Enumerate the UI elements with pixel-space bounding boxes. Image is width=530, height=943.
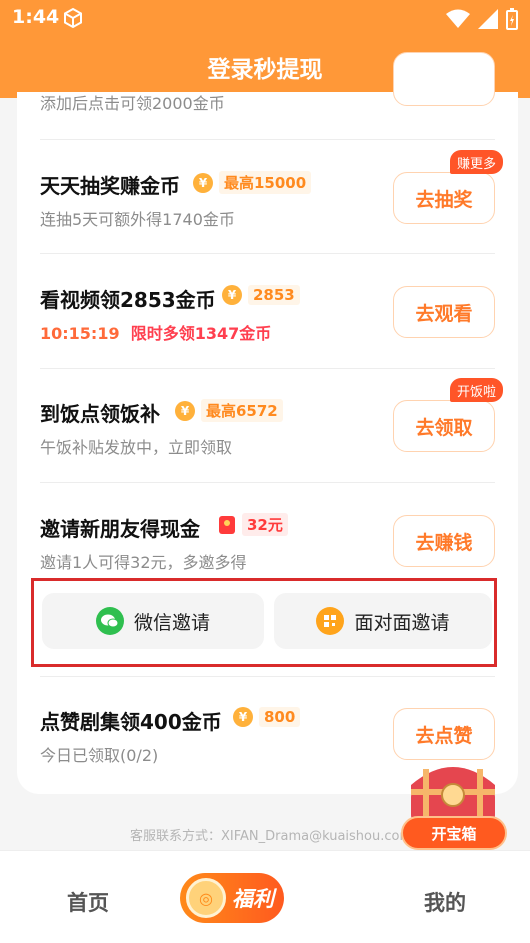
face-invite-label: 面对面邀请 [354,611,450,634]
divider [40,253,495,254]
treasure-chest-icon[interactable] [403,755,503,825]
earn-button[interactable]: 去赚钱 [393,515,495,567]
task-subtitle: 邀请1人可得32元，多邀多得 [40,553,247,572]
task-badge: ¥ 2853 [222,285,300,305]
task-badge: ¥ 800 [233,707,301,727]
button-tag: 开饭啦 [449,378,503,402]
badge-text: 最高15000 [219,171,312,194]
nav-fuli-label: 福利 [232,887,274,911]
coin-icon: ¥ [233,707,253,727]
badge-text: 最高6572 [201,399,283,422]
qr-code-icon [316,607,345,635]
coin-icon: ¥ [222,285,242,305]
countdown-text: 10:15:19 [40,324,120,343]
invite-options-highlight: 微信邀请 面对面邀请 [31,578,497,667]
coin-icon: ◎ [186,878,226,918]
lottery-button[interactable]: 去抽奖 [393,172,495,224]
signal-icon [478,9,498,29]
claim-button[interactable]: 去领取 [393,400,495,452]
face-to-face-invite-button[interactable]: 面对面邀请 [274,593,492,649]
badge-text: 32元 [242,513,288,536]
bottom-nav: 首页 ◎ 福利 我的 [0,850,530,943]
task-row-invite: 邀请新朋友得现金 32元 邀请1人可得32元，多邀多得 去赚钱 [40,497,495,577]
cube-icon [64,7,82,29]
task-card: 添加后点击可领2000金币 天天抽奖赚金币 ¥ 最高15000 连抽5天可额外得… [17,52,518,794]
coin-icon: ¥ [175,400,195,421]
like-button[interactable]: 去点赞 [393,708,495,760]
badge-text: 2853 [248,285,300,305]
top-partial-subtitle: 添加后点击可领2000金币 [40,94,225,113]
status-bar: 1:44 [0,0,530,36]
task-title: 看视频领2853金币 [40,288,216,312]
badge-text: 800 [259,707,301,727]
task-subtitle: 午饭补贴发放中，立即领取 [40,438,233,457]
task-badge: 32元 [218,513,288,536]
watch-button[interactable]: 去观看 [393,286,495,338]
wechat-invite-label: 微信邀请 [133,611,210,634]
wechat-icon [95,607,124,635]
button-tag: 赚更多 [449,150,503,174]
task-row-video: 看视频领2853金币 ¥ 2853 10:15:19 限时多领1347金币 去观… [40,268,495,378]
divider [40,482,495,483]
status-time: 1:44 [12,6,60,28]
task-title: 邀请新朋友得现金 [40,517,200,541]
wechat-invite-button[interactable]: 微信邀请 [42,593,264,649]
nav-home[interactable]: 首页 [67,887,109,917]
task-row-lottery: 天天抽奖赚金币 ¥ 最高15000 连抽5天可额外得1740金币 去抽奖 赚更多 [40,150,503,264]
task-subtitle: 今日已领取(0/2) [40,746,159,765]
wifi-icon [446,9,470,28]
status-icons [446,8,518,30]
nav-mine[interactable]: 我的 [424,887,466,917]
task-title: 点赞剧集领400金币 [40,710,222,734]
task-title: 到饭点领饭补 [40,402,160,426]
task-subtitle-time: 10:15:19 限时多领1347金币 [40,320,271,344]
task-badge: ¥ 最高15000 [193,171,312,194]
coin-icon: ¥ [193,172,213,193]
red-envelope-icon [219,515,235,534]
divider [40,676,495,677]
contact-info: 客服联系方式：XIFAN_Drama@kuaishou.com [130,829,413,844]
divider [40,139,495,140]
task-row-meal: 到饭点领饭补 ¥ 最高6572 午饭补贴发放中，立即领取 去领取 开饭啦 [40,378,503,492]
task-subtitle: 连抽5天可额外得1740金币 [40,210,235,229]
task-title: 天天抽奖赚金币 [40,174,180,198]
battery-icon [506,8,518,30]
nav-fuli[interactable]: ◎ 福利 [180,873,284,923]
task-badge: ¥ 最高6572 [175,399,283,422]
open-chest-button[interactable]: 开宝箱 [401,816,507,850]
promo-text: 限时多领1347金币 [130,324,272,343]
top-partial-button[interactable] [393,52,495,106]
divider [40,368,495,369]
